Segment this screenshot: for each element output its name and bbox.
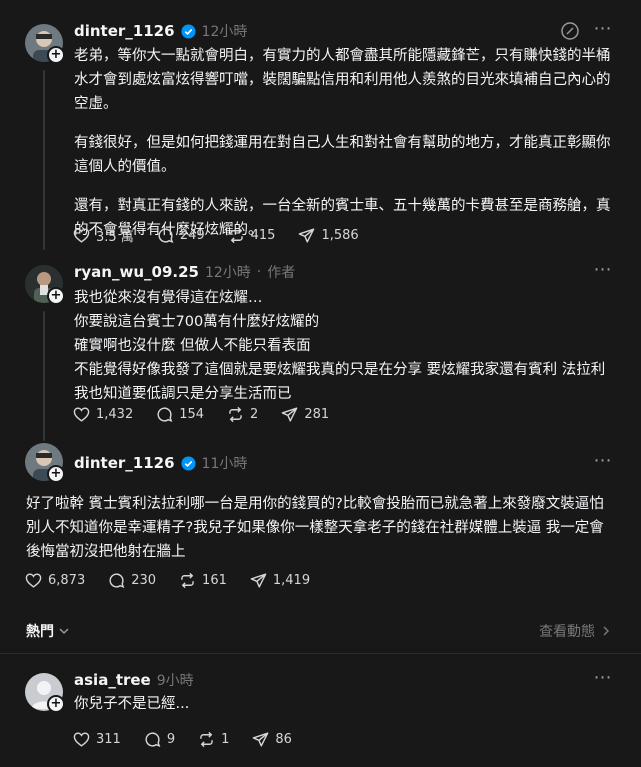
- view-activity-label: 查看動態: [539, 624, 595, 640]
- repost-count: 2: [250, 406, 259, 422]
- post-paragraph: 老弟，等你大一點就會明白，有實力的人都會盡其所能隱藏鋒芒，只有賺快錢的半桶水才會…: [74, 48, 611, 112]
- verified-badge-icon: [181, 23, 196, 39]
- post-actions: 311 9 1 86: [72, 727, 314, 751]
- reply-count: 249: [179, 227, 205, 243]
- verified-badge-icon: [181, 455, 196, 471]
- share-button[interactable]: 1,419: [249, 571, 310, 590]
- more-options-button[interactable]: ⋯: [591, 20, 615, 44]
- post-header: ryan_wu_09.25 12小時 · 作者: [74, 261, 295, 283]
- repost-button[interactable]: 1: [197, 730, 229, 749]
- more-options-button[interactable]: ⋯: [591, 452, 615, 476]
- post-time: 9小時: [156, 673, 194, 689]
- username[interactable]: ryan_wu_09.25: [74, 263, 199, 281]
- reply-count: 9: [166, 731, 176, 747]
- reply-bubble-icon: [158, 227, 174, 243]
- post-actions: 1,432 154 2 281: [72, 402, 351, 426]
- thread-line: [43, 311, 45, 441]
- share-count: 1,419: [272, 572, 311, 588]
- follow-plus-icon[interactable]: +: [47, 287, 65, 305]
- post-time: 11小時: [201, 456, 248, 472]
- share-count: 1,586: [321, 227, 359, 243]
- more-options-button[interactable]: ⋯: [591, 261, 615, 285]
- post-paragraph: 我也從來沒有覺得這在炫耀… 你要說這台賓士700萬有什麼好炫耀的 確實啊也沒什麼…: [74, 290, 606, 402]
- author-separator: ·: [256, 264, 262, 280]
- share-button[interactable]: 86: [251, 730, 292, 749]
- repost-icon: [229, 406, 242, 422]
- post-time: 12小時: [204, 265, 251, 281]
- heart-icon: [73, 406, 90, 422]
- share-count: 86: [275, 731, 292, 747]
- post-actions: 3.5 萬 249 415 1,586: [72, 223, 381, 247]
- hot-label: 熱門: [26, 624, 54, 640]
- repost-icon: [200, 731, 213, 747]
- username[interactable]: dinter_1126: [74, 22, 175, 40]
- send-icon: [250, 572, 267, 588]
- send-icon: [281, 406, 298, 422]
- post-header: dinter_1126 12小時: [74, 20, 247, 42]
- like-count: 3.5 萬: [96, 229, 134, 245]
- send-icon: [253, 731, 269, 747]
- repost-count: 161: [202, 572, 227, 588]
- username[interactable]: asia_tree: [74, 671, 151, 689]
- repost-icon: [229, 227, 243, 243]
- post-header: asia_tree 9小時: [74, 669, 194, 691]
- like-button[interactable]: 1,432: [72, 405, 133, 424]
- post-body: 我也從來沒有覺得這在炫耀… 你要說這台賓士700萬有什麼好炫耀的 確實啊也沒什麼…: [74, 286, 614, 421]
- like-count: 311: [96, 731, 121, 747]
- like-count: 1,432: [96, 406, 134, 422]
- reply-count: 230: [131, 572, 157, 588]
- reply-button[interactable]: 154: [155, 405, 204, 424]
- share-button[interactable]: 281: [280, 405, 329, 424]
- reply-button[interactable]: 9: [143, 730, 175, 749]
- send-icon: [299, 227, 315, 243]
- heart-icon: [73, 731, 90, 747]
- share-count: 281: [304, 406, 330, 422]
- more-options-button[interactable]: ⋯: [591, 669, 615, 693]
- repost-count: 415: [250, 227, 276, 243]
- view-activity-link[interactable]: 查看動態: [539, 621, 611, 641]
- section-divider: [0, 653, 641, 654]
- share-button[interactable]: 1,586: [297, 226, 359, 245]
- heart-icon: [73, 227, 90, 243]
- repost-button[interactable]: 161: [178, 571, 227, 590]
- thread-line: [43, 70, 45, 250]
- sort-hot-dropdown[interactable]: 熱門: [26, 621, 70, 641]
- reply-bubble-icon: [109, 572, 125, 588]
- follow-plus-icon[interactable]: +: [47, 465, 65, 483]
- like-button[interactable]: 3.5 萬: [72, 226, 134, 245]
- like-count: 6,873: [48, 572, 86, 588]
- reply-count: 154: [179, 406, 205, 422]
- post-body: 好了啦幹 賓士賓利法拉利哪一台是用你的錢買的?比較會投胎而已就急著上來發廢文裝逼…: [26, 492, 614, 579]
- post-actions: 6,873 230 161 1,419: [24, 568, 332, 592]
- post-paragraph: 你兒子不是已經...: [74, 696, 190, 712]
- post-paragraph: 有錢很好，但是如何把錢運用在對自己人生和對社會有幫助的地方，才能真正彰顯你這個人…: [74, 135, 611, 175]
- follow-plus-icon[interactable]: +: [47, 46, 65, 64]
- chevron-down-icon: [59, 628, 69, 635]
- repost-button[interactable]: 2: [226, 405, 258, 424]
- heart-icon: [25, 572, 42, 588]
- repost-icon: [181, 572, 194, 588]
- like-button[interactable]: 6,873: [24, 571, 85, 590]
- post-paragraph: 好了啦幹 賓士賓利法拉利哪一台是用你的錢買的?比較會投胎而已就急著上來發廢文裝逼…: [26, 496, 604, 560]
- reply-bubble-icon: [145, 731, 161, 747]
- reply-button[interactable]: 249: [156, 226, 205, 245]
- chevron-right-icon: [603, 626, 610, 636]
- post-time: 12小時: [201, 24, 248, 40]
- post-header: dinter_1126 11小時: [74, 452, 247, 474]
- author-tag: 作者: [267, 265, 296, 281]
- username[interactable]: dinter_1126: [74, 454, 175, 472]
- reply-bubble-icon: [157, 406, 173, 422]
- repost-count: 1: [221, 731, 230, 747]
- like-button[interactable]: 311: [72, 730, 121, 749]
- thread-page: + dinter_1126 12小時 ⋯ 老弟，等你大一點就會明白，有實力的人都…: [0, 0, 641, 767]
- edit-icon[interactable]: [560, 21, 580, 41]
- follow-plus-icon[interactable]: +: [47, 695, 65, 713]
- post-body: 你兒子不是已經...: [74, 692, 614, 731]
- reply-button[interactable]: 230: [107, 571, 156, 590]
- repost-button[interactable]: 415: [227, 226, 276, 245]
